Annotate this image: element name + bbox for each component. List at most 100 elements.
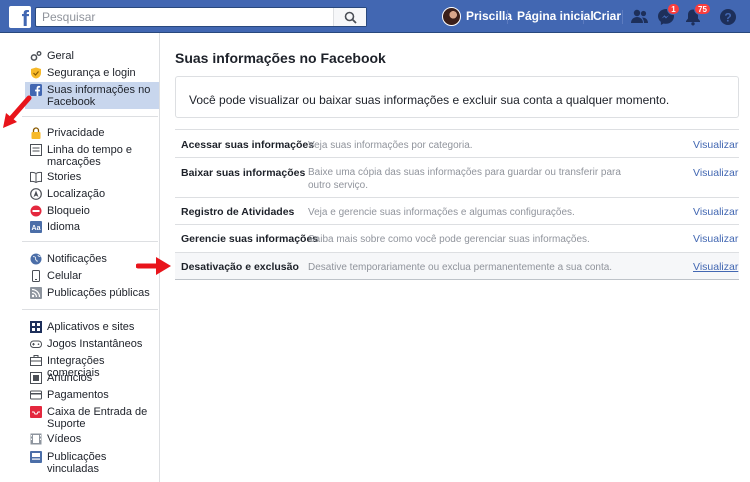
phone-icon — [30, 270, 42, 282]
row-activity-log[interactable]: Registro de Atividades Veja e gerencie s… — [175, 198, 739, 225]
sidebar-item-language[interactable]: Aa Idioma — [30, 221, 158, 233]
row-title: Registro de Atividades — [181, 206, 295, 218]
sidebar-divider — [22, 309, 158, 310]
row-deactivation-deletion[interactable]: Desativação e exclusão Desative temporar… — [175, 253, 739, 280]
sidebar-item-ads[interactable]: Anúncios — [30, 372, 158, 384]
sidebar-item-label: Segurança e login — [47, 67, 136, 79]
avatar[interactable] — [442, 7, 461, 26]
sidebar-item-stories[interactable]: Stories — [30, 171, 158, 184]
language-icon: Aa — [30, 221, 42, 233]
info-options-list: Acessar suas informações Veja suas infor… — [175, 129, 739, 280]
sidebar-item-general[interactable]: Geral — [30, 50, 158, 62]
sidebar-item-label: Pagamentos — [47, 389, 109, 401]
row-description: Saiba mais sobre como você pode gerencia… — [308, 234, 590, 245]
view-link[interactable]: Visualizar — [693, 139, 738, 151]
row-description: Veja e gerencie suas informações e algum… — [308, 207, 575, 218]
row-description: Desative temporariamente ou exclua perma… — [308, 262, 613, 273]
sidebar-item-privacy[interactable]: Privacidade — [30, 127, 158, 139]
sidebar-item-label: Caixa de Entrada de Suporte — [47, 406, 148, 430]
sidebar-item-security[interactable]: Segurança e login — [30, 67, 158, 79]
sidebar-item-label: Bloqueio — [47, 205, 90, 217]
linked-posts-icon — [30, 451, 42, 463]
search-input[interactable] — [36, 8, 332, 26]
sidebar-item-label: Suas informações no Facebook — [47, 84, 151, 108]
page-title: Suas informações no Facebook — [175, 50, 386, 66]
sidebar-item-apps[interactable]: Aplicativos e sites — [30, 321, 158, 333]
facebook-logo-icon[interactable]: f — [9, 6, 31, 31]
search-button[interactable] — [333, 8, 366, 26]
divider — [507, 10, 508, 24]
row-manage-info[interactable]: Gerencie suas informações Saiba mais sob… — [175, 225, 739, 253]
sidebar-item-timeline[interactable]: Linha do tempo e marcações — [30, 144, 158, 168]
sidebar-item-label: Linha do tempo e marcações — [47, 144, 133, 168]
sidebar-item-label: Aplicativos e sites — [47, 321, 135, 333]
support-icon — [30, 406, 42, 418]
red-arrow-sidebar-icon — [3, 95, 32, 128]
sidebar-item-label: Idioma — [47, 221, 81, 233]
sidebar-item-label: Publicações públicas — [47, 287, 150, 299]
row-download-info[interactable]: Baixar suas informações Baixe uma cópia … — [175, 158, 739, 198]
shield-icon — [30, 67, 42, 79]
svg-text:Aa: Aa — [32, 225, 41, 232]
sidebar-item-label: Vídeos — [47, 433, 82, 445]
sidebar-item-linked-publications[interactable]: Publicações vinculadas — [30, 451, 158, 475]
row-title: Gerencie suas informações — [181, 233, 319, 245]
row-title: Acessar suas informações — [181, 139, 315, 151]
search-icon — [344, 11, 357, 24]
ads-icon — [30, 372, 42, 384]
search-box — [35, 7, 367, 27]
divider — [583, 10, 584, 24]
apps-icon — [30, 321, 42, 333]
sidebar-item-label: Publicações vinculadas — [47, 451, 107, 475]
row-title: Baixar suas informações — [181, 167, 306, 179]
timeline-icon — [30, 144, 42, 156]
sidebar-item-label: Localização — [47, 188, 106, 200]
svg-text:?: ? — [724, 11, 731, 25]
sidebar-item-instant-games[interactable]: Jogos Instantâneos — [30, 338, 158, 350]
sidebar-item-videos[interactable]: Vídeos — [30, 433, 158, 445]
view-link[interactable]: Visualizar — [693, 167, 738, 179]
card-icon — [30, 389, 42, 401]
row-description: Baixe uma cópia das suas informações par… — [308, 167, 621, 191]
sidebar-item-label: Stories — [47, 171, 82, 183]
info-box: Você pode visualizar ou baixar suas info… — [175, 76, 739, 118]
sidebar-item-your-facebook-info[interactable]: Suas informações no Facebook — [30, 84, 158, 108]
sidebar-divider — [22, 241, 158, 242]
messages-badge: 1 — [667, 3, 680, 15]
sidebar-item-label: Anúncios — [47, 372, 93, 384]
sidebar-item-support-inbox[interactable]: Caixa de Entrada de Suporte — [30, 406, 158, 430]
film-icon — [30, 433, 42, 445]
view-link[interactable]: Visualizar — [693, 261, 738, 273]
sidebar-divider — [22, 116, 158, 117]
row-description: Veja suas informações por categoria. — [308, 140, 473, 151]
row-title: Desativação e exclusão — [181, 261, 299, 273]
sidebar-item-payments[interactable]: Pagamentos — [30, 389, 158, 401]
friend-requests-icon[interactable] — [630, 7, 650, 27]
profile-link[interactable]: Priscilla — [466, 0, 512, 33]
rss-icon — [30, 287, 42, 299]
integrations-icon — [30, 355, 42, 367]
book-icon — [30, 171, 42, 184]
top-bar: f Priscilla Página inicial Criar 1 75 ? — [0, 0, 750, 33]
red-arrow-row-icon — [136, 257, 171, 275]
notifications-icon[interactable]: 75 — [683, 3, 711, 27]
sidebar-item-blocking[interactable]: Bloqueio — [30, 205, 158, 217]
sidebar-item-location[interactable]: Localização — [30, 188, 158, 200]
block-icon — [30, 205, 42, 217]
view-link[interactable]: Visualizar — [693, 206, 738, 218]
create-link[interactable]: Criar — [593, 0, 621, 33]
gamepad-icon — [30, 338, 42, 350]
view-link[interactable]: Visualizar — [693, 233, 738, 245]
help-icon[interactable]: ? — [718, 7, 738, 27]
gears-icon — [30, 50, 42, 62]
sidebar-item-label: Geral — [47, 50, 74, 62]
info-text: Você pode visualizar ou baixar suas info… — [189, 93, 670, 107]
logo-letter: f — [21, 6, 29, 31]
sidebar-item-public-posts[interactable]: Publicações públicas — [30, 287, 158, 299]
messenger-icon[interactable]: 1 — [656, 3, 680, 27]
sidebar-item-label: Jogos Instantâneos — [47, 338, 143, 350]
globe-icon — [30, 253, 42, 265]
row-access-info[interactable]: Acessar suas informações Veja suas infor… — [175, 130, 739, 158]
sidebar-item-label: Privacidade — [47, 127, 105, 139]
notifications-badge: 75 — [694, 3, 711, 15]
